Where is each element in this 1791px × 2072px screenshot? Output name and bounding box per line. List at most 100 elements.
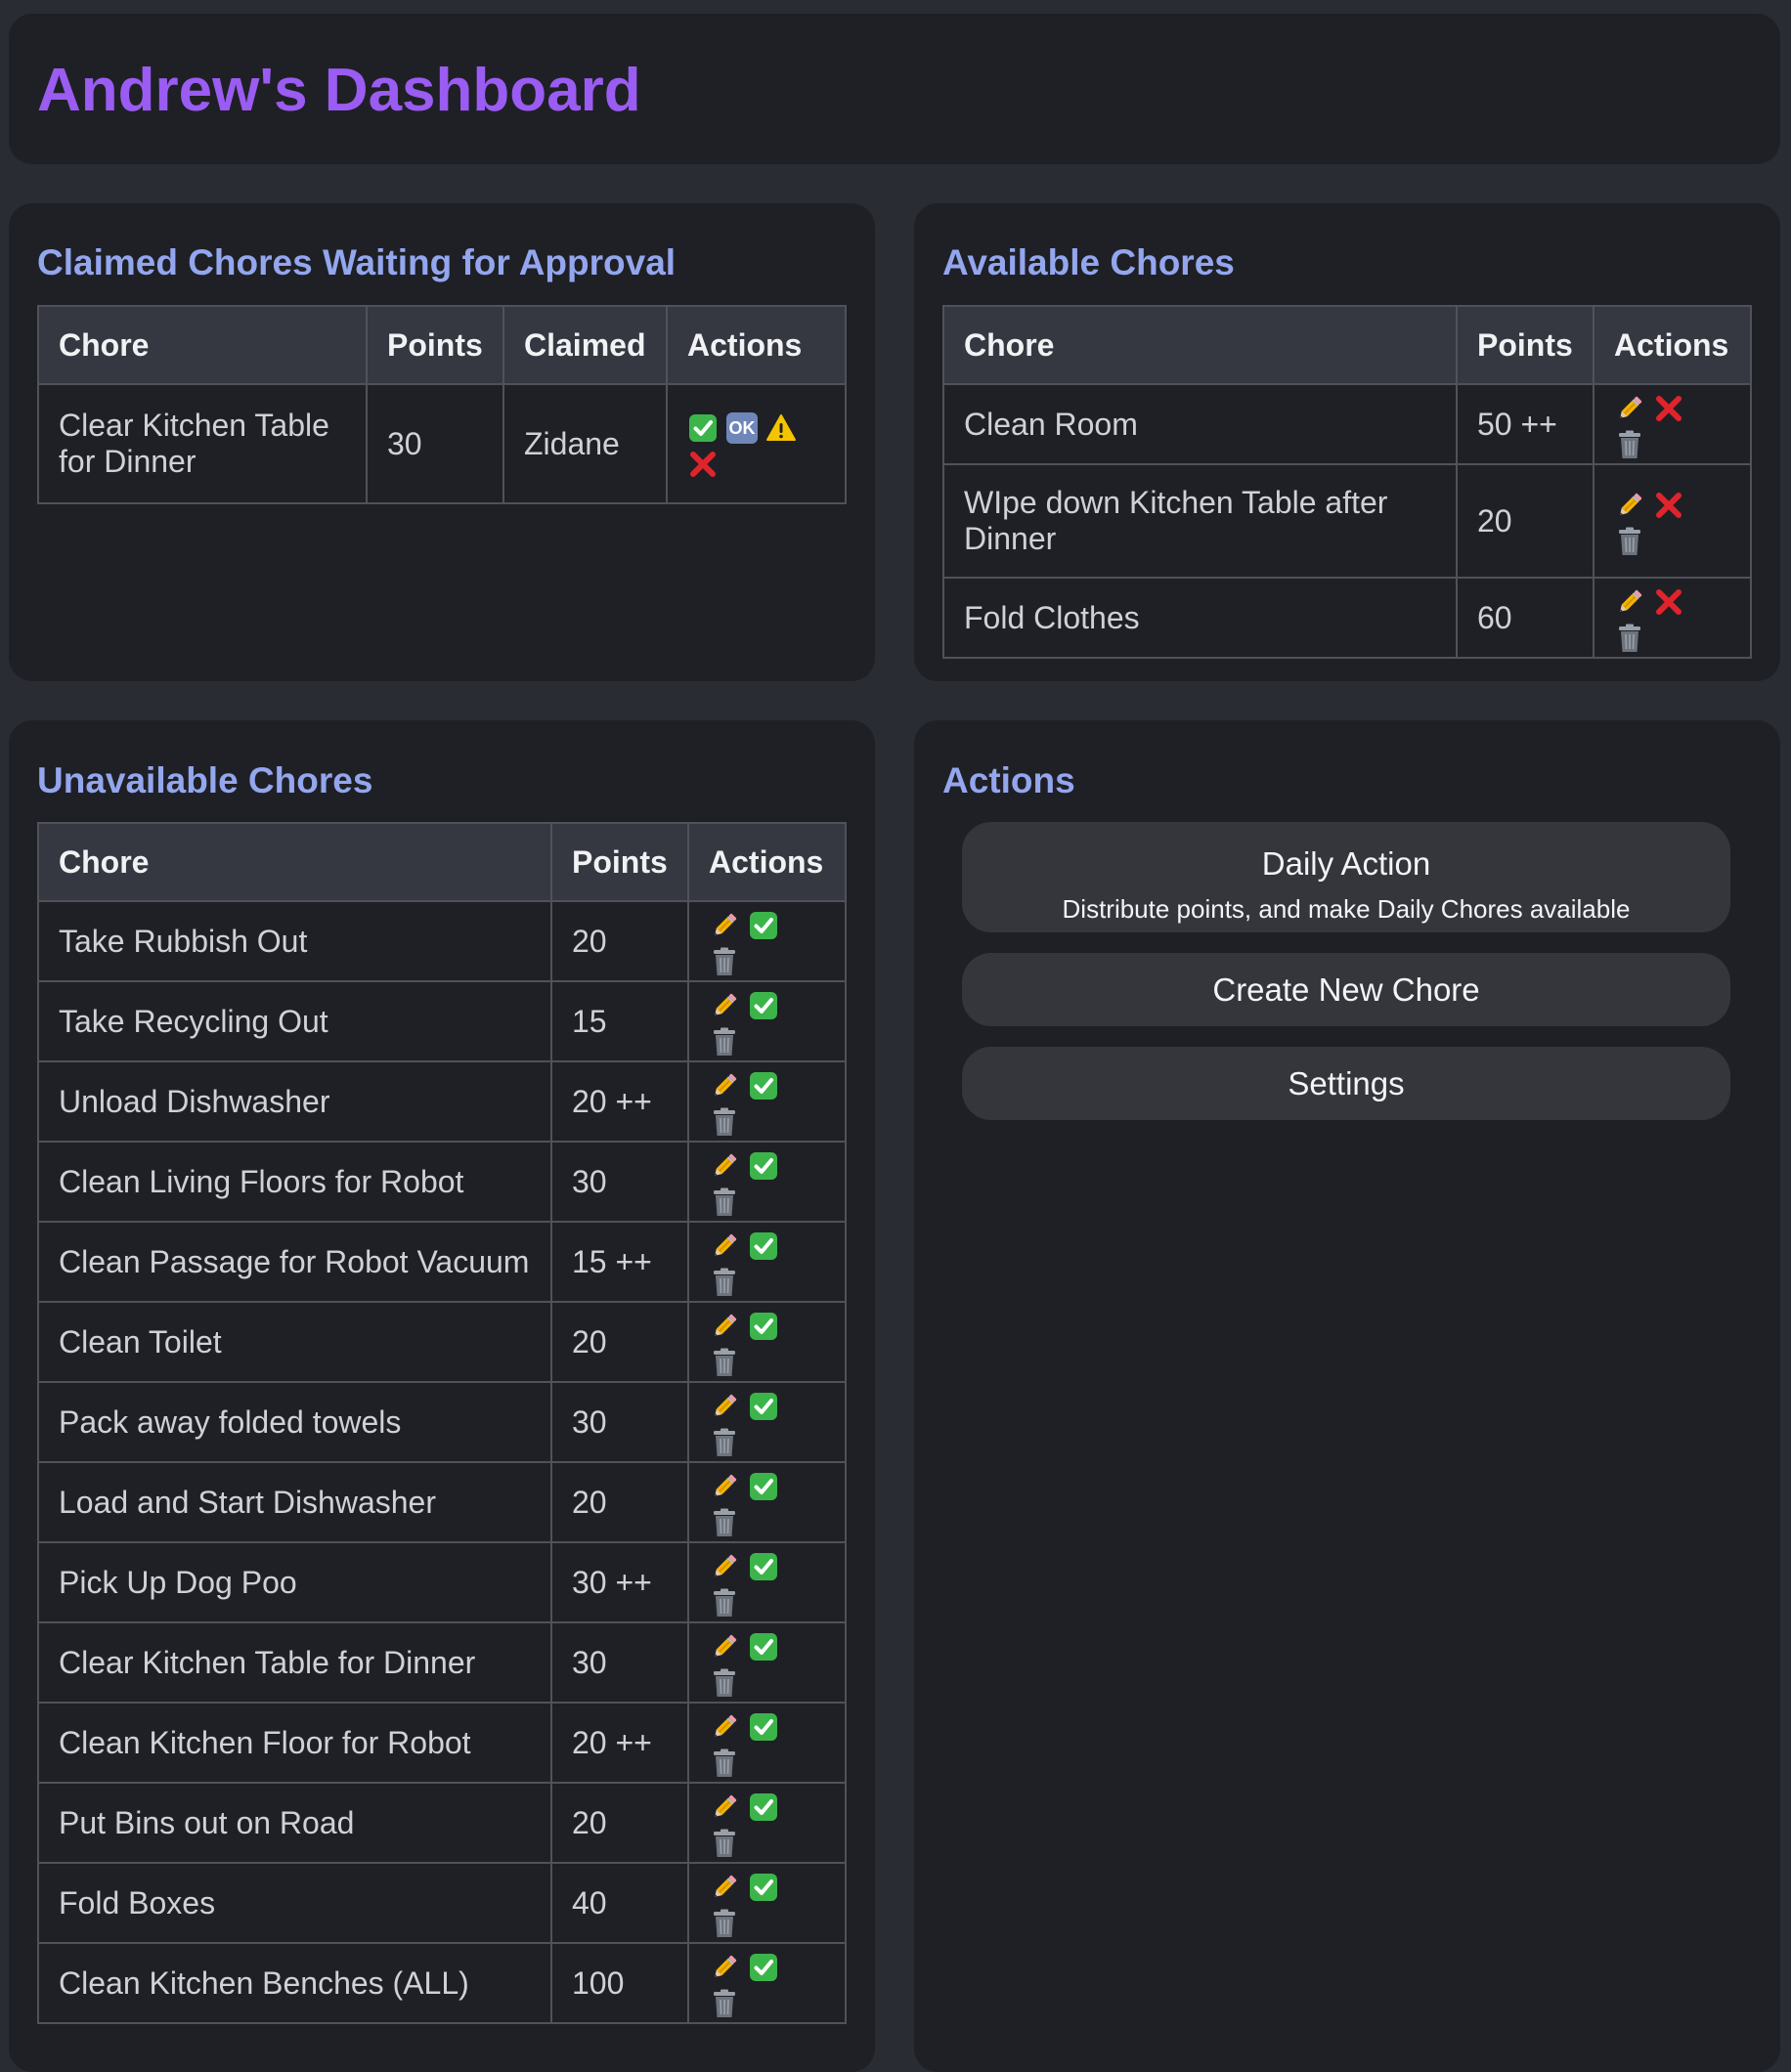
table-row: Pick Up Dog Poo 30 ++ [37,1541,847,1623]
cell-actions [1593,383,1752,465]
cell-chore: Clean Living Floors for Robot [37,1141,552,1223]
column-header-chore: Chore [37,305,368,385]
cell-chore: Pick Up Dog Poo [37,1541,552,1623]
cell-points: 60 [1456,577,1594,659]
trash-icon[interactable] [709,1507,740,1538]
edit-icon[interactable] [709,1391,740,1422]
cell-points: 20 [550,1301,689,1383]
edit-icon[interactable] [709,1872,740,1903]
check-icon[interactable] [748,1391,779,1422]
cross-icon[interactable] [1653,586,1684,618]
check-icon[interactable] [748,1791,779,1823]
check-icon[interactable] [748,1952,779,1983]
edit-icon[interactable] [1614,586,1645,618]
settings-button[interactable]: Settings [962,1047,1730,1120]
trash-icon[interactable] [709,1187,740,1218]
check-icon[interactable] [748,1471,779,1502]
cell-actions: OK [666,383,847,504]
trash-icon[interactable] [709,1026,740,1058]
edit-icon[interactable] [709,1551,740,1582]
approve-icon[interactable] [687,412,719,444]
table-row: Clean Kitchen Floor for Robot 20 ++ [37,1702,847,1784]
trash-icon[interactable] [709,946,740,977]
trash-icon[interactable] [709,1587,740,1619]
table-row: Fold Clothes 60 [942,577,1752,659]
trash-icon[interactable] [709,1908,740,1939]
check-icon[interactable] [748,1311,779,1342]
edit-icon[interactable] [709,1631,740,1662]
cell-points: 20 ++ [550,1702,689,1784]
trash-icon[interactable] [709,1106,740,1138]
edit-icon[interactable] [1614,490,1645,521]
check-icon[interactable] [748,1070,779,1101]
trash-icon[interactable] [1614,526,1645,557]
unavailable-chores-section: Unavailable Chores Chore Points Actions … [9,720,875,2072]
cell-points: 20 [550,1461,689,1543]
cell-chore: Load and Start Dishwasher [37,1461,552,1543]
cell-chore: Clean Room [942,383,1458,465]
actions-section: Actions Daily Action Distribute points, … [914,720,1780,2072]
cell-actions [687,1862,847,1944]
trash-icon[interactable] [709,1667,740,1699]
cell-chore: Clean Passage for Robot Vacuum [37,1221,552,1303]
check-icon[interactable] [748,910,779,941]
claimed-chores-title: Claimed Chores Waiting for Approval [37,242,677,282]
cell-actions [1593,463,1752,579]
edit-icon[interactable] [709,1230,740,1262]
trash-icon[interactable] [709,1988,740,2019]
check-icon[interactable] [748,1631,779,1662]
column-header-actions: Actions [1593,305,1752,385]
cell-claimed-by: Zidane [502,383,668,504]
cell-points: 15 [550,980,689,1062]
available-chores-section: Available Chores Chore Points Actions Cl… [914,203,1780,681]
cell-points: 30 ++ [550,1541,689,1623]
reject-icon[interactable] [687,449,719,480]
cell-points: 30 [550,1381,689,1463]
edit-icon[interactable] [709,990,740,1021]
daily-action-button[interactable]: Daily Action Distribute points, and make… [962,822,1730,932]
warning-icon[interactable] [765,412,797,444]
column-header-chore: Chore [37,822,552,902]
cell-actions [687,980,847,1062]
table-row: Put Bins out on Road 20 [37,1782,847,1864]
cell-actions [687,1221,847,1303]
trash-icon[interactable] [709,1828,740,1859]
ok-icon[interactable]: OK [726,411,758,444]
edit-icon[interactable] [709,910,740,941]
check-icon[interactable] [748,1711,779,1743]
trash-icon[interactable] [709,1427,740,1458]
edit-icon[interactable] [709,1711,740,1743]
edit-icon[interactable] [1614,393,1645,424]
trash-icon[interactable] [709,1748,740,1779]
check-icon[interactable] [748,1230,779,1262]
edit-icon[interactable] [709,1791,740,1823]
trash-icon[interactable] [709,1267,740,1298]
check-icon[interactable] [748,990,779,1021]
edit-icon[interactable] [709,1952,740,1983]
cross-icon[interactable] [1653,490,1684,521]
cell-actions [687,1942,847,2024]
unavailable-chores-table: Chore Points Actions Take Rubbish Out 20 T… [37,822,847,2024]
table-header-row: Chore Points Actions [942,305,1752,385]
check-icon[interactable] [748,1150,779,1182]
check-icon[interactable] [748,1551,779,1582]
table-row: WIpe down Kitchen Table after Dinner 20 [942,463,1752,579]
check-icon[interactable] [748,1872,779,1903]
column-header-points: Points [366,305,504,385]
trash-icon[interactable] [709,1347,740,1378]
trash-icon[interactable] [1614,623,1645,654]
available-chores-table: Chore Points Actions Clean Room 50 ++ WIpe… [942,305,1752,659]
trash-icon[interactable] [1614,429,1645,460]
cell-actions [687,1782,847,1864]
cell-points: 20 [1456,463,1594,579]
cell-actions [687,1060,847,1143]
edit-icon[interactable] [709,1471,740,1502]
cell-points: 30 [550,1141,689,1223]
edit-icon[interactable] [709,1311,740,1342]
cross-icon[interactable] [1653,393,1684,424]
table-row: Unload Dishwasher 20 ++ [37,1060,847,1143]
edit-icon[interactable] [709,1070,740,1101]
edit-icon[interactable] [709,1150,740,1182]
cell-chore: Take Rubbish Out [37,900,552,982]
create-new-chore-button[interactable]: Create New Chore [962,953,1730,1026]
